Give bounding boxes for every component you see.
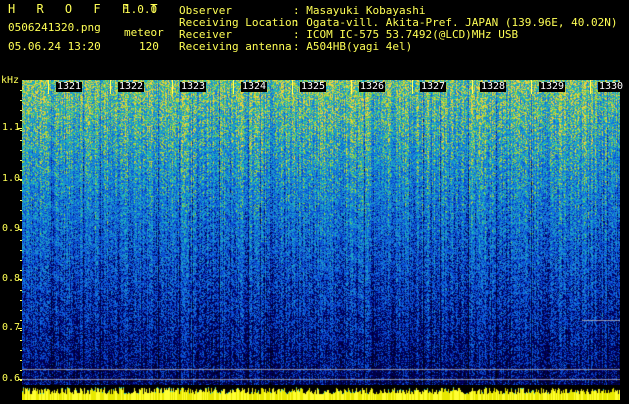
antenna-value: : A504HB(yagi 4el)	[293, 40, 413, 53]
minute-tick	[351, 80, 352, 94]
minute-label: 1324	[241, 81, 268, 92]
baseline-canvas	[22, 385, 620, 400]
meteor-label: meteor	[124, 26, 164, 39]
minute-label: 1327	[420, 81, 447, 92]
location-label: Receiving Location	[179, 16, 299, 29]
minute-tick	[590, 80, 591, 94]
minute-label: 1321	[56, 81, 83, 92]
minute-label: 1325	[300, 81, 327, 92]
minute-tick	[531, 80, 532, 94]
app-version: 1.0.0	[124, 3, 158, 16]
minute-tick	[233, 80, 234, 94]
meteor-count: 120	[139, 40, 159, 53]
minute-tick	[292, 80, 293, 94]
receiver-label: Receiver	[179, 28, 232, 41]
minute-label: 1330	[598, 81, 625, 92]
spectrogram-canvas	[22, 80, 620, 385]
minute-label: 1326	[359, 81, 386, 92]
file-name: 0506241320.png	[8, 21, 101, 34]
minute-tick	[48, 80, 49, 94]
spectrogram-plot	[22, 80, 620, 385]
minute-label: 1322	[118, 81, 145, 92]
minute-label: 1323	[180, 81, 207, 92]
antenna-label: Receiving antenna	[179, 40, 292, 53]
minute-label: 1329	[539, 81, 566, 92]
minute-tick	[472, 80, 473, 94]
minute-tick	[412, 80, 413, 94]
y-axis-unit: kHz	[1, 75, 20, 86]
timestamp: 05.06.24 13:20	[8, 40, 101, 53]
signal-baseline	[22, 385, 620, 400]
receiver-value: : ICOM IC-575 53.7492(@LCD)MHz USB	[293, 28, 519, 41]
minute-tick	[172, 80, 173, 94]
minute-label: 1328	[480, 81, 507, 92]
observer-value: : Masayuki Kobayashi	[293, 4, 426, 17]
location-value: : Ogata-vill. Akita-Pref. JAPAN (139.96E…	[293, 16, 618, 29]
observer-label: Observer	[179, 4, 232, 17]
minute-tick	[110, 80, 111, 94]
